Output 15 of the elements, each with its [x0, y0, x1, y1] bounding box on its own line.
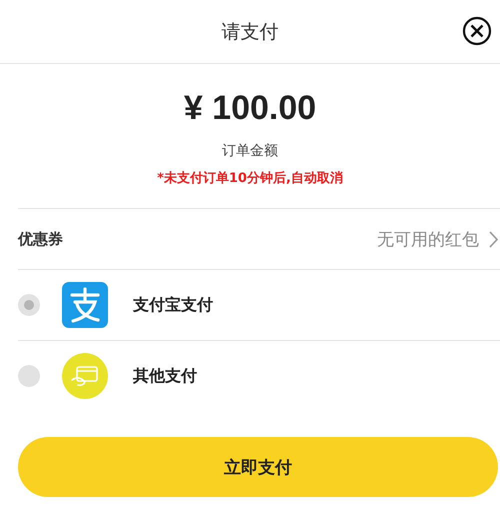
radio-button[interactable] — [18, 365, 40, 387]
payment-method-label[interactable]: 支付宝支付 — [133, 294, 213, 316]
coupon-label: 优惠券 — [18, 230, 63, 248]
cancel-notice: *未支付订单10分钟后,自动取消 — [157, 170, 343, 187]
order-amount: ¥ 100.00 — [184, 88, 316, 129]
alipay-logo-icon — [62, 282, 108, 328]
pay-now-button[interactable]: 立即支付 — [18, 437, 498, 497]
radio-button[interactable] — [18, 294, 40, 316]
dialog-title: 请支付 — [222, 20, 278, 44]
close-icon[interactable] — [462, 16, 492, 46]
card-payment-icon — [62, 353, 108, 399]
coupon-value[interactable]: 无可用的红包 — [377, 228, 479, 250]
amount-label: 订单金额 — [222, 142, 278, 160]
payment-method-label[interactable]: 其他支付 — [133, 366, 197, 386]
chevron-right-icon[interactable] — [489, 230, 498, 248]
